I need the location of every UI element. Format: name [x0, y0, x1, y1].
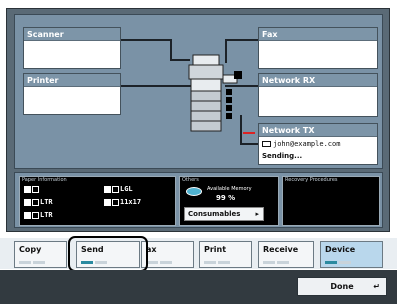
network-rx-box[interactable]: Network RX — [258, 73, 378, 117]
tab-label: Print — [204, 245, 227, 254]
tab-label: Copy — [19, 245, 42, 254]
tab-receive[interactable]: Receive — [258, 241, 314, 268]
email-icon — [262, 141, 271, 147]
send-tab-highlight — [68, 236, 148, 272]
paper-information: Paper Information LTR LTR LGL 11x17 — [19, 176, 176, 226]
recovery-section: Recovery Procedures — [282, 176, 380, 226]
tx-address: john@example.com — [273, 140, 341, 148]
tab-indicator-active — [325, 261, 337, 264]
drawer-icon — [104, 185, 111, 193]
connector-line — [170, 39, 172, 61]
device-illustration — [188, 54, 242, 132]
printer-box[interactable]: Printer — [23, 73, 121, 115]
recovery-title: Recovery Procedures — [285, 177, 338, 183]
done-button[interactable]: Done ↵ — [297, 277, 387, 296]
fax-box[interactable]: Fax — [258, 27, 378, 69]
paper-drawer-4: LGL — [104, 185, 133, 193]
network-tx-label: Network TX — [259, 124, 377, 137]
paper-drawer-5: 11x17 — [104, 198, 141, 206]
drawer-icon — [24, 211, 31, 219]
tab-print[interactable]: Print — [199, 241, 252, 268]
scanner-label: Scanner — [24, 28, 120, 41]
connector-line — [240, 143, 258, 145]
paper-icon — [112, 185, 119, 193]
device-status-screen: Scanner Printer Fax Network RX Network T… — [0, 0, 397, 304]
drawer-icon — [24, 185, 31, 193]
tab-label: Receive — [263, 245, 299, 254]
printer-label: Printer — [24, 74, 120, 87]
memory-value: 99 % — [216, 194, 236, 202]
tab-indicator — [218, 261, 230, 264]
others-title: Others — [182, 177, 199, 183]
memory-icon — [186, 187, 202, 196]
connector-line — [121, 85, 191, 87]
fax-label: Fax — [259, 28, 377, 41]
paper-icon — [32, 198, 39, 206]
paper-drawer-1 — [24, 185, 40, 193]
scanner-box[interactable]: Scanner — [23, 27, 121, 69]
chevron-right-icon: ▸ — [255, 210, 259, 218]
consumables-label: Consumables — [188, 210, 241, 218]
connector-line — [121, 39, 171, 41]
tab-device[interactable]: Device — [320, 241, 383, 268]
paper-drawer-2: LTR — [24, 198, 53, 206]
tab-indicator — [339, 261, 351, 264]
tab-label: Device — [325, 245, 356, 254]
device-status-area: Scanner Printer Fax Network RX Network T… — [14, 14, 383, 169]
tab-indicator — [277, 261, 289, 264]
drawer-icon — [104, 198, 111, 206]
tab-indicator — [19, 261, 31, 264]
tab-fax[interactable]: ax — [141, 241, 194, 268]
tab-copy[interactable]: Copy — [14, 241, 67, 268]
paper-icon — [32, 185, 39, 193]
tab-indicator — [204, 261, 216, 264]
network-tx-box[interactable]: Network TX john@example.com Sending... — [258, 123, 378, 165]
drawer-icon — [24, 198, 31, 206]
tab-indicator — [263, 261, 275, 264]
enter-icon: ↵ — [373, 282, 380, 291]
network-rx-label: Network RX — [259, 74, 377, 87]
tab-indicator — [33, 261, 45, 264]
info-strip: Paper Information LTR LTR LGL 11x17 Othe… — [14, 172, 383, 228]
tab-indicator — [160, 261, 172, 264]
paper-icon — [32, 211, 39, 219]
done-label: Done — [330, 282, 354, 291]
paper-icon — [112, 198, 119, 206]
memory-label: Available Memory — [207, 186, 252, 192]
consumables-button[interactable]: Consumables ▸ — [184, 207, 264, 221]
paper-drawer-3: LTR — [24, 211, 53, 219]
tx-status: Sending... — [262, 152, 303, 160]
others-section: Others Available Memory 99 % Consumables… — [179, 176, 279, 226]
connector-line — [225, 39, 258, 41]
paper-info-title: Paper Information — [22, 177, 67, 183]
